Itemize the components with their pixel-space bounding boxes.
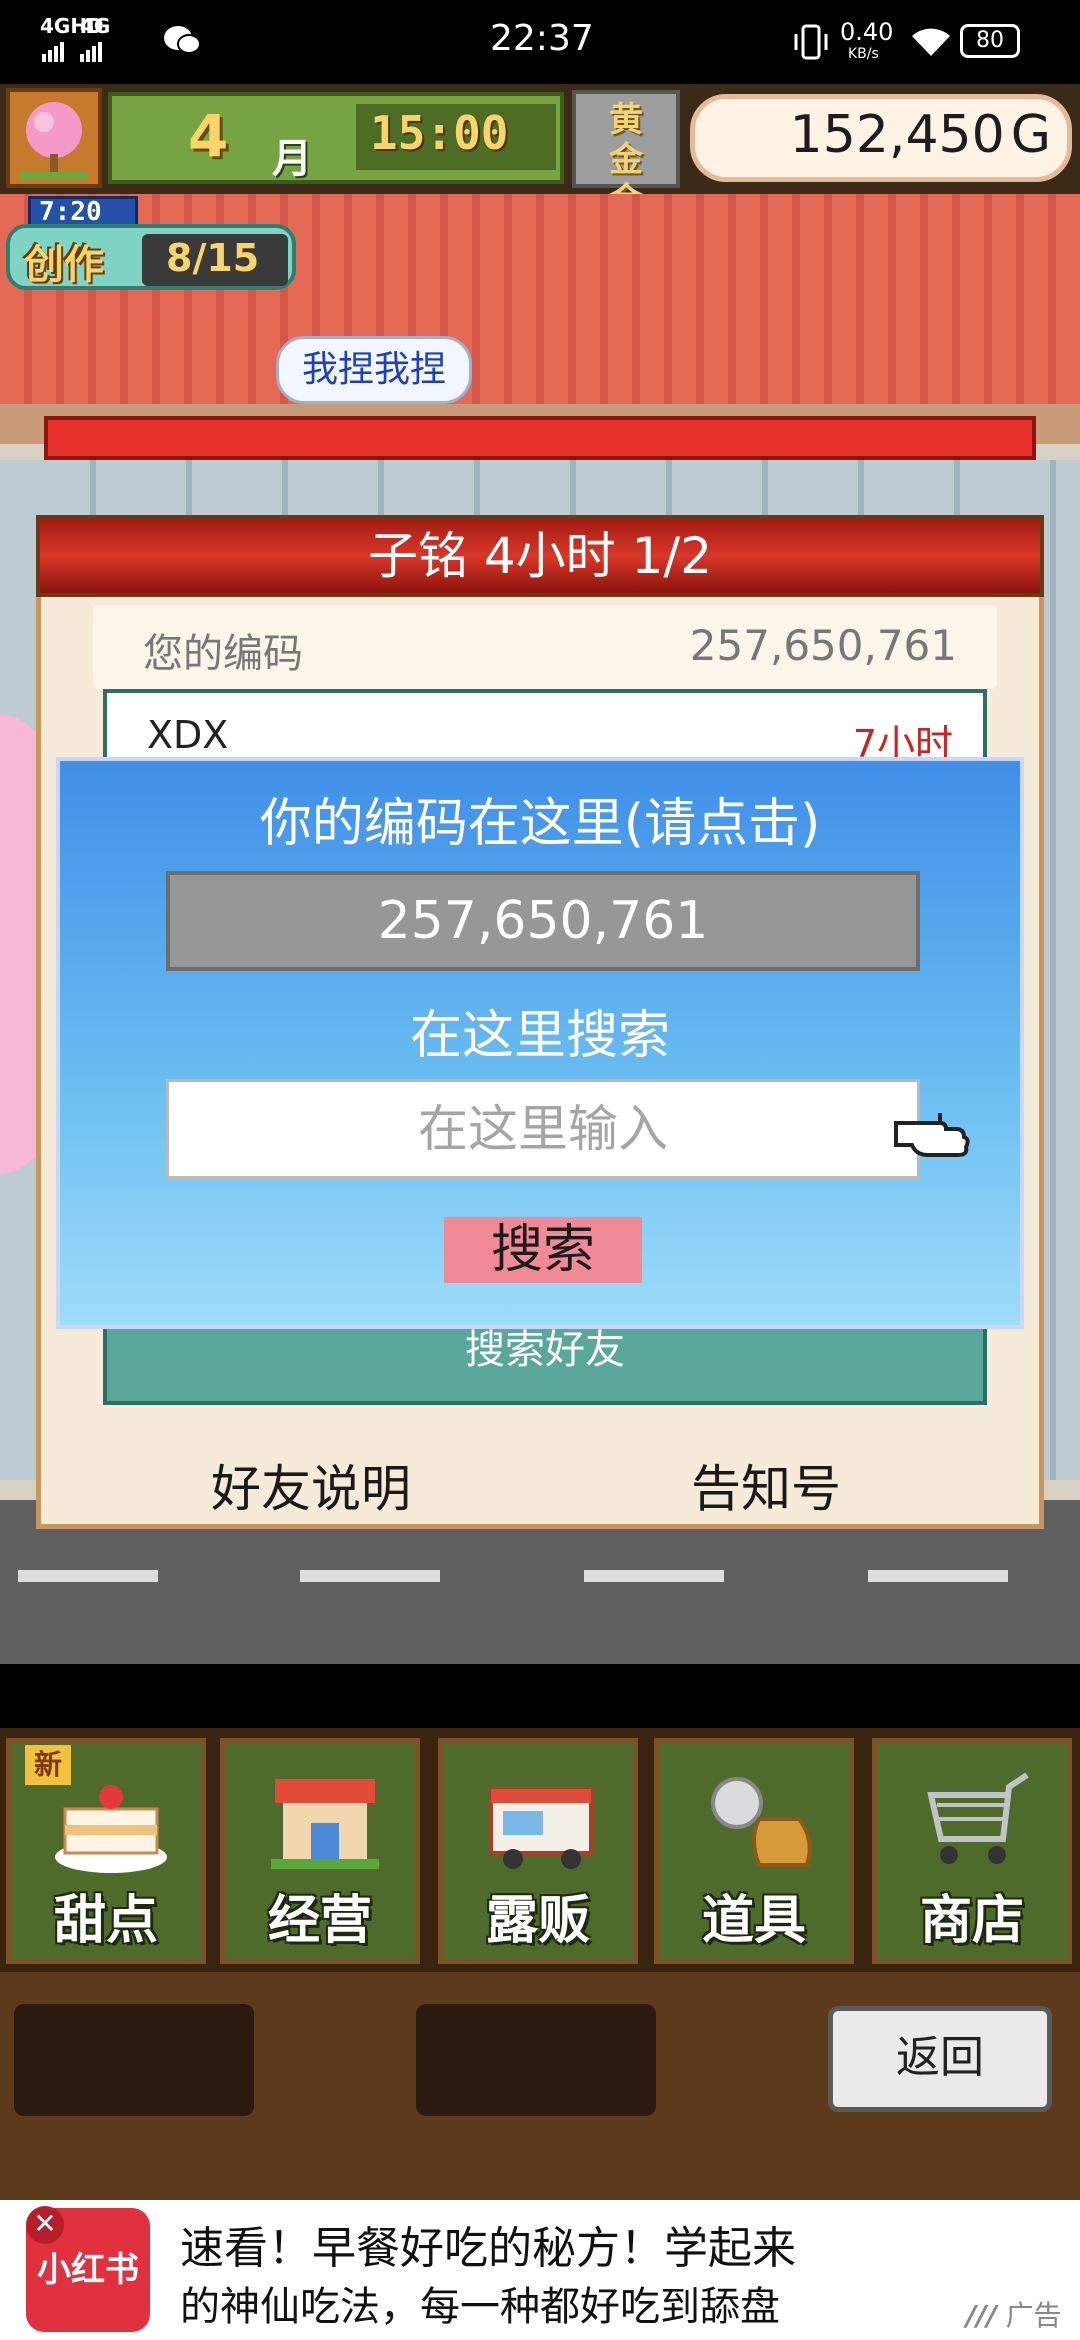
your-code-row: 您的编码 257,650,761 xyxy=(93,605,997,689)
notice-button[interactable]: 告知号 xyxy=(691,1449,841,1521)
code-copy-box[interactable]: 257,650,761 xyxy=(166,871,920,971)
empty-slot-1[interactable] xyxy=(14,2004,254,2116)
ad-mark-icon: /// xyxy=(966,2299,997,2332)
menu-item-label: 露贩 xyxy=(485,1891,590,1951)
bottom-menu: 新 甜点 经营 露贩 道具 商店 xyxy=(0,1728,1080,1972)
network-indicator-2: 4G xyxy=(80,14,111,38)
shop-icon xyxy=(271,1779,379,1869)
list-item-name: XDX xyxy=(147,713,229,757)
top-hud: 4 月 15:00 黄金会员 152,450G xyxy=(0,84,1080,260)
net-speed-unit: KB/s xyxy=(848,46,879,62)
back-button[interactable]: 返回 xyxy=(828,2006,1052,2112)
signal-icon-2 xyxy=(80,40,104,62)
your-code-value: 257,650,761 xyxy=(689,621,957,670)
battery-indicator: 80 xyxy=(960,24,1020,58)
game-clock: 15:00 xyxy=(370,106,509,160)
menu-food-truck-button[interactable]: 露贩 xyxy=(438,1738,638,1964)
creation-label: 创作 xyxy=(24,242,104,288)
ad-banner[interactable]: 小红书 ✕ 速看！早餐好吃的秘方！学起来 的神仙吃法，每一种都好吃到舔盘 ///… xyxy=(0,2200,1080,2340)
menu-item-label: 经营 xyxy=(267,1891,372,1951)
vibrate-icon xyxy=(794,24,828,60)
shop-awning xyxy=(44,416,1036,460)
search-button[interactable]: 搜索 xyxy=(444,1217,642,1283)
status-bar: 4GHD 4G 22:37 0.40 KB/s 80 xyxy=(0,0,1080,84)
clock-text: 22:37 xyxy=(490,18,594,59)
creation-count: 8/15 xyxy=(166,236,260,280)
menu-store-button[interactable]: 商店 xyxy=(872,1738,1072,1964)
your-code-label: 您的编码 xyxy=(143,631,303,677)
ad-label: /// 广告 xyxy=(966,2299,1062,2332)
search-title: 在这里搜索 xyxy=(409,1006,670,1066)
friend-dialog-title: 子铭 4小时 1/2 xyxy=(36,515,1044,597)
money-display: 152,450 G xyxy=(690,94,1072,182)
net-speed: 0.40 xyxy=(840,18,894,46)
ad-line-2: 的神仙吃法，每一种都好吃到舔盘 xyxy=(180,2284,780,2330)
food-truck-icon xyxy=(489,1787,593,1869)
search-input[interactable]: 在这里输入 xyxy=(166,1079,920,1179)
menu-item-label: 道具 xyxy=(701,1891,806,1951)
cake-icon xyxy=(55,1785,167,1873)
shopping-cart-icon xyxy=(927,1772,1029,1864)
menu-dessert-button[interactable]: 新 甜点 xyxy=(6,1738,206,1964)
signal-icon xyxy=(42,40,66,62)
close-icon[interactable]: ✕ xyxy=(26,2206,64,2244)
wechat-icon xyxy=(162,22,202,58)
creation-progress-widget[interactable]: 7:20 创作 8/15 xyxy=(6,196,296,292)
date-panel: 4 月 15:00 xyxy=(108,92,564,184)
code-title: 你的编码在这里(请点击) xyxy=(259,794,821,854)
menu-item-label: 甜点 xyxy=(53,1891,158,1951)
lower-panel: 返回 xyxy=(0,1972,1080,2200)
menu-business-button[interactable]: 经营 xyxy=(220,1738,420,1964)
member-badge[interactable]: 黄金会员 xyxy=(572,90,680,260)
month-label: 月 xyxy=(272,136,312,182)
money-amount: 152,450 G xyxy=(789,105,1051,165)
item-bag-icon xyxy=(711,1777,812,1867)
ad-line-1: 速看！早餐好吃的秘方！学起来 xyxy=(180,2223,796,2274)
pointing-hand-icon xyxy=(894,1101,974,1161)
speech-bubble: 我捏我捏 xyxy=(276,336,472,404)
menu-item-label: 商店 xyxy=(919,1891,1024,1951)
wifi-icon xyxy=(910,24,952,58)
menu-items-button[interactable]: 道具 xyxy=(654,1738,854,1964)
empty-slot-2[interactable] xyxy=(416,2004,656,2116)
tree-avatar-button[interactable] xyxy=(6,88,102,188)
friend-help-button[interactable]: 好友说明 xyxy=(211,1449,411,1521)
code-search-popup: 你的编码在这里(请点击) 257,650,761 在这里搜索 在这里输入 搜索 xyxy=(56,757,1024,1329)
month-number: 4 xyxy=(188,102,229,170)
tree-icon xyxy=(20,102,88,180)
